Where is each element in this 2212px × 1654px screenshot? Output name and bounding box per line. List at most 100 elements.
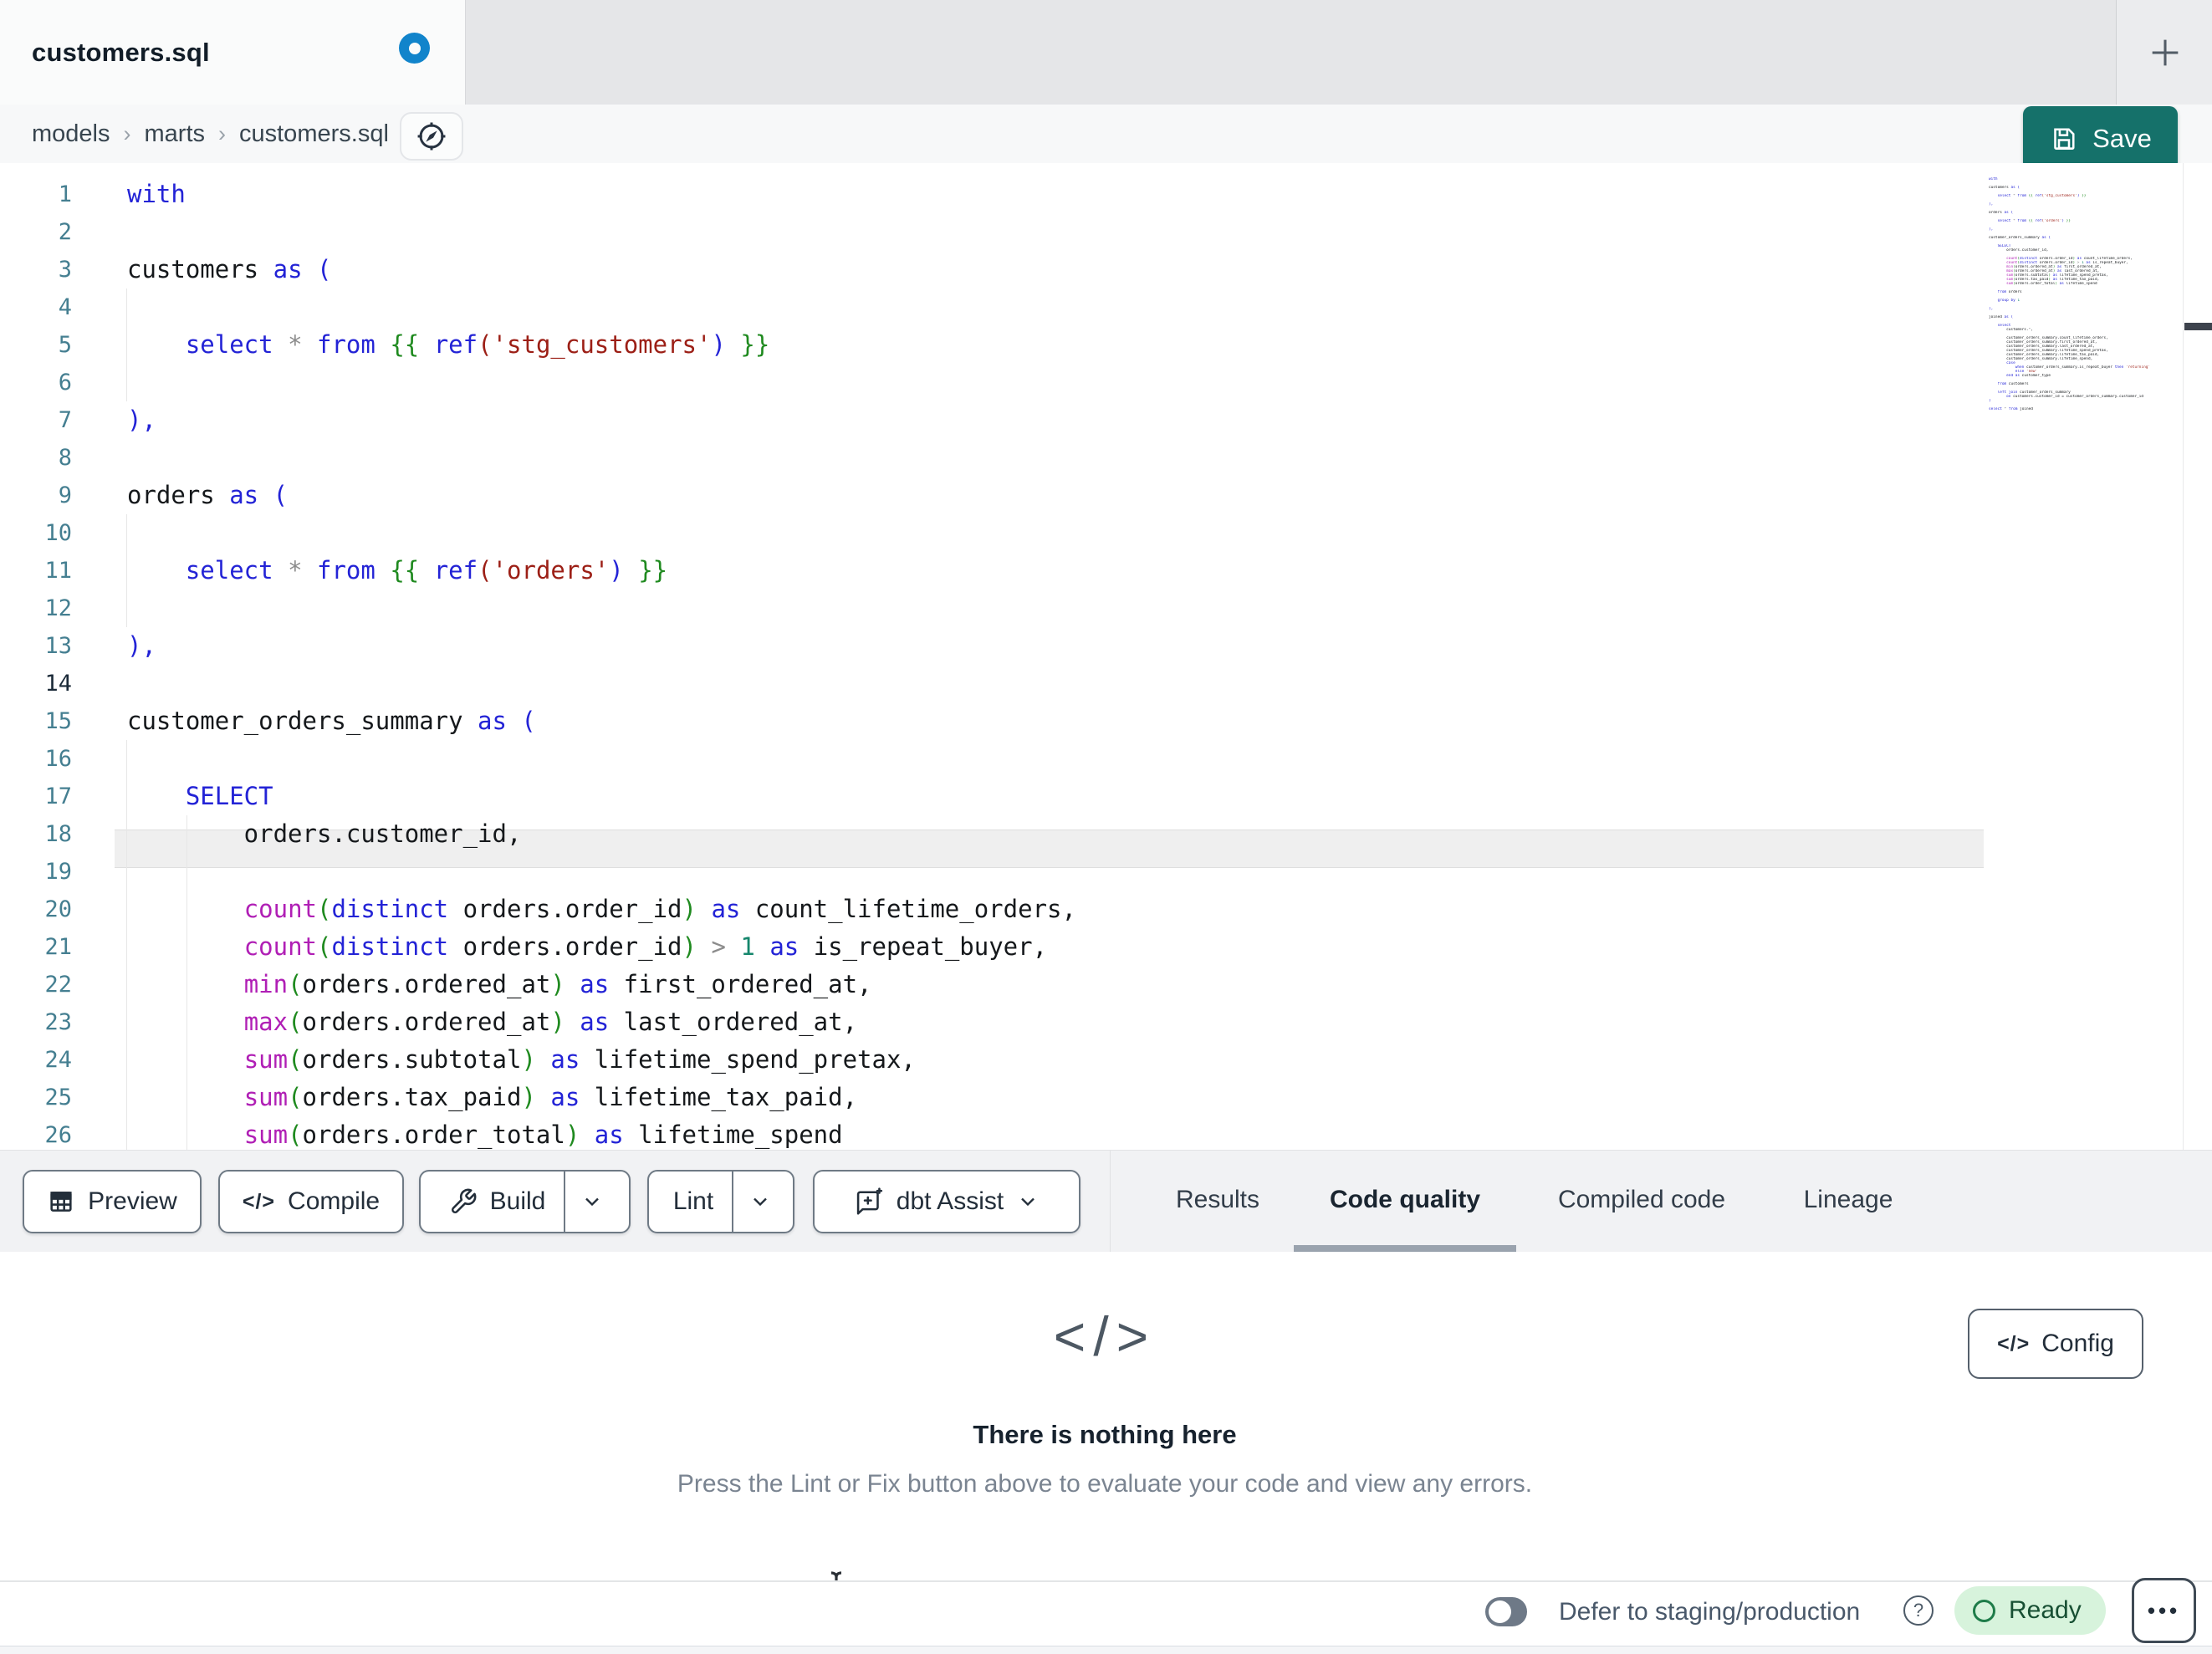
more-options-button[interactable]: ••• xyxy=(2132,1578,2196,1643)
toolbar-tabs-divider xyxy=(1110,1151,1111,1252)
save-button[interactable]: Save xyxy=(2023,106,2178,171)
build-dropdown-button[interactable] xyxy=(564,1172,619,1232)
breadcrumb-file[interactable]: customers.sql xyxy=(239,120,389,148)
code-line[interactable] xyxy=(127,590,1076,627)
code-line[interactable] xyxy=(127,213,1076,251)
code-line[interactable]: SELECT xyxy=(127,778,1076,815)
navigate-model-button[interactable] xyxy=(400,112,463,161)
code-line[interactable] xyxy=(127,364,1076,401)
code-quality-panel xyxy=(0,1252,2212,1580)
breadcrumb-marts[interactable]: marts xyxy=(145,120,206,148)
code-line[interactable]: ), xyxy=(127,627,1076,665)
line-number: 2 xyxy=(58,219,72,245)
lint-dropdown-button[interactable] xyxy=(732,1172,787,1232)
editor-minimap[interactable]: with customers as ( select * from {{ ref(… xyxy=(1989,177,2183,411)
code-line[interactable]: with xyxy=(127,176,1076,213)
code-line[interactable] xyxy=(127,288,1076,326)
breadcrumb-separator: › xyxy=(123,120,131,146)
code-line[interactable]: sum(orders.subtotal) as lifetime_spend_p… xyxy=(127,1041,1076,1079)
line-number: 26 xyxy=(44,1122,72,1148)
line-number: 22 xyxy=(44,972,72,998)
plus-icon xyxy=(2152,39,2178,65)
build-label: Build xyxy=(489,1187,546,1215)
assist-icon xyxy=(856,1187,882,1215)
code-line[interactable]: sum(orders.tax_paid) as lifetime_tax_pai… xyxy=(127,1079,1076,1116)
ready-label: Ready xyxy=(2009,1596,2082,1624)
tab-customers-sql[interactable]: customers.sql xyxy=(0,0,466,105)
tab-results[interactable]: Results xyxy=(1176,1186,1259,1214)
new-tab-button[interactable] xyxy=(2116,0,2212,105)
compile-label: Compile xyxy=(288,1187,381,1215)
code-line[interactable]: sum(orders.order_total) as lifetime_spen… xyxy=(127,1116,1076,1154)
save-label: Save xyxy=(2092,123,2152,153)
config-button[interactable]: </> Config xyxy=(1968,1309,2143,1379)
code-line[interactable] xyxy=(127,514,1076,552)
code-line[interactable]: count(distinct orders.order_id) > 1 as i… xyxy=(127,928,1076,966)
line-number: 1 xyxy=(58,181,72,207)
line-number: 8 xyxy=(58,445,72,471)
toggle-knob xyxy=(1489,1600,1511,1623)
defer-toggle[interactable] xyxy=(1485,1597,1527,1626)
editor-gutter: 1 2 3 4 5 6 7 8 9 10 11 12 13 14 15 16 17 18 19 20 21 22 23 24 2… xyxy=(0,176,72,1154)
tab-lineage[interactable]: Lineage xyxy=(1804,1186,1893,1214)
chevron-down-icon xyxy=(1021,1197,1035,1207)
save-icon xyxy=(2054,127,2075,150)
help-icon[interactable]: ? xyxy=(1903,1595,1934,1626)
line-number: 5 xyxy=(58,332,72,358)
code-line[interactable]: customer_orders_summary as ( xyxy=(127,702,1076,740)
ready-indicator-icon xyxy=(1973,1599,1995,1622)
preview-button[interactable]: Preview xyxy=(23,1170,202,1233)
line-number: 20 xyxy=(44,896,72,922)
compass-icon xyxy=(417,122,446,151)
code-line[interactable] xyxy=(127,740,1076,778)
code-line[interactable]: orders.customer_id, xyxy=(127,815,1076,853)
code-icon: </> xyxy=(242,1189,276,1213)
code-line[interactable] xyxy=(127,665,1076,702)
line-number: 4 xyxy=(58,294,72,320)
line-number: 17 xyxy=(44,784,72,809)
dbt-assist-label: dbt Assist xyxy=(896,1187,1004,1215)
overview-ruler-mark xyxy=(2184,323,2212,330)
code-line[interactable] xyxy=(127,853,1076,891)
defer-label: Defer to staging/production xyxy=(1559,1598,1861,1626)
tab-code-quality[interactable]: Code quality xyxy=(1330,1186,1480,1214)
empty-state-title: There is nothing here xyxy=(973,1420,1237,1449)
line-number: 18 xyxy=(44,821,72,847)
line-number: 15 xyxy=(44,708,72,734)
code-line[interactable]: ), xyxy=(127,401,1076,439)
line-number: 10 xyxy=(44,520,72,546)
line-number: 23 xyxy=(44,1009,72,1035)
code-line[interactable]: customers as ( xyxy=(127,251,1076,288)
code-line[interactable]: select * from {{ ref('stg_customers') }} xyxy=(127,326,1076,364)
code-line[interactable]: count(distinct orders.order_id) as count… xyxy=(127,891,1076,928)
line-number: 16 xyxy=(44,746,72,772)
line-number: 21 xyxy=(44,934,72,960)
overview-ruler xyxy=(2183,163,2184,1150)
wrench-icon xyxy=(451,1188,477,1213)
breadcrumb: models › marts › customers.sql xyxy=(0,105,2212,163)
build-button[interactable]: Build xyxy=(431,1172,564,1232)
editor-code[interactable]: with customers as ( select * from {{ ref(… xyxy=(127,176,1076,1154)
line-number: 24 xyxy=(44,1047,72,1073)
unsaved-changes-dot xyxy=(399,33,430,64)
compile-button[interactable]: </> Compile xyxy=(218,1170,404,1233)
ellipsis-icon: ••• xyxy=(2147,1597,2181,1623)
tab-compiled-code[interactable]: Compiled code xyxy=(1558,1186,1725,1214)
code-line[interactable]: select * from {{ ref('orders') }} xyxy=(127,552,1076,590)
line-number: 25 xyxy=(44,1085,72,1110)
breadcrumb-models[interactable]: models xyxy=(32,120,110,148)
line-number: 11 xyxy=(44,558,72,584)
breadcrumb-separator: › xyxy=(218,120,226,146)
dbt-assist-button[interactable]: dbt Assist xyxy=(813,1170,1080,1233)
line-number: 13 xyxy=(44,633,72,659)
lint-button[interactable]: Lint xyxy=(655,1172,732,1232)
code-line[interactable]: min(orders.ordered_at) as first_ordered_… xyxy=(127,966,1076,1003)
chevron-down-icon xyxy=(754,1197,768,1207)
code-line[interactable]: max(orders.ordered_at) as last_ordered_a… xyxy=(127,1003,1076,1041)
line-number: 6 xyxy=(58,370,72,396)
code-icon: </> xyxy=(1997,1331,2031,1355)
code-line[interactable]: orders as ( xyxy=(127,477,1076,514)
line-number: 7 xyxy=(58,407,72,433)
code-line[interactable] xyxy=(127,439,1076,477)
code-editor[interactable]: 1 2 3 4 5 6 7 8 9 10 11 12 13 14 15 16 17 18 19 20 21 22 23 24 2… xyxy=(0,163,2212,1150)
